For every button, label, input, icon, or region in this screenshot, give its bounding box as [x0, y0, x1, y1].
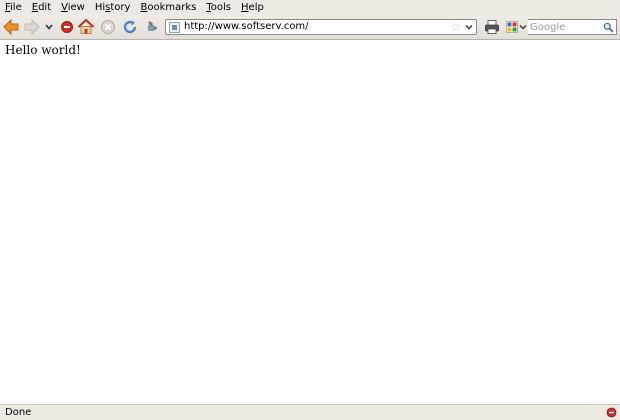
menu-history[interactable]: History — [90, 0, 136, 15]
status-bar: Done — [0, 404, 620, 420]
stop-icon — [101, 20, 115, 34]
menu-help-mnemonic: H — [241, 2, 249, 13]
printer-icon — [485, 20, 499, 34]
menubar: File Edit View History Bookmarks Tools H… — [0, 0, 620, 15]
url-text[interactable]: http://www.softserv.com/ — [184, 20, 450, 34]
menu-history-label: tory — [110, 2, 131, 13]
menu-tools[interactable]: Tools — [201, 0, 236, 15]
menu-tools-label: ools — [210, 2, 232, 13]
history-dropdown-button[interactable] — [43, 18, 55, 36]
google-icon — [506, 21, 518, 33]
reload-button[interactable] — [121, 18, 139, 36]
stop-button[interactable] — [99, 18, 117, 36]
url-bar[interactable]: http://www.softserv.com/ ☆ — [165, 19, 477, 35]
magnifier-icon — [603, 22, 614, 33]
menu-view-label: iew — [67, 2, 85, 13]
home-button[interactable] — [77, 18, 95, 36]
bookmark-star-icon[interactable]: ☆ — [450, 21, 462, 33]
chevron-down-icon — [465, 25, 473, 30]
back-arrow-icon — [3, 18, 19, 36]
menu-file-label: ile — [10, 2, 22, 13]
forward-arrow-icon — [24, 18, 40, 36]
menu-view[interactable]: View — [56, 0, 90, 15]
search-engine-button[interactable] — [506, 19, 528, 35]
menu-edit-label: dit — [38, 2, 52, 13]
search-go-button[interactable] — [602, 21, 614, 33]
chevron-down-icon — [45, 24, 53, 30]
menu-bookmarks-label: ookmarks — [147, 2, 197, 13]
adblock-icon[interactable] — [606, 407, 617, 418]
menu-history-prefix: Hi — [94, 2, 106, 13]
reload-icon — [123, 20, 137, 34]
menu-view-mnemonic: V — [61, 2, 68, 13]
menu-edit[interactable]: Edit — [27, 0, 56, 15]
forward-button[interactable] — [23, 18, 41, 36]
page-content: Hello world! — [0, 40, 620, 404]
back-button[interactable] — [2, 18, 20, 36]
search-bar[interactable] — [528, 19, 617, 35]
menu-bookmarks[interactable]: Bookmarks — [135, 0, 201, 15]
menu-help-label: elp — [248, 2, 264, 13]
adblock-button[interactable] — [58, 18, 76, 36]
url-dropdown-button[interactable] — [464, 20, 474, 34]
menu-file[interactable]: File — [0, 0, 27, 15]
stop-icon — [61, 21, 73, 33]
site-favicon-icon — [169, 21, 180, 33]
navigation-toolbar: http://www.softserv.com/ ☆ — [0, 15, 620, 40]
browser-window: File Edit View History Bookmarks Tools H… — [0, 0, 620, 420]
status-text: Done — [5, 406, 32, 418]
print-button[interactable] — [483, 18, 501, 36]
addon-button[interactable] — [143, 18, 161, 36]
search-input[interactable] — [528, 20, 602, 34]
home-icon — [77, 18, 95, 34]
puzzle-icon — [148, 21, 157, 31]
menu-help[interactable]: Help — [236, 0, 269, 15]
page-body-text: Hello world! — [5, 43, 81, 57]
chevron-down-icon — [519, 25, 527, 30]
